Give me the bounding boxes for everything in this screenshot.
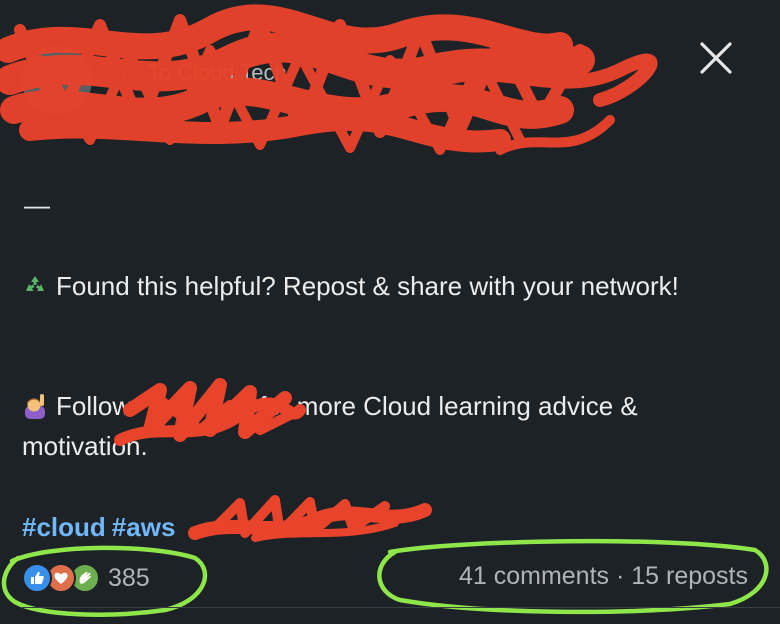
- post-paragraph-repost: Found this helpful? Repost & share with …: [22, 266, 742, 306]
- reaction-icons: [22, 563, 104, 593]
- redaction-scribble-hashtags: [188, 495, 432, 542]
- comments-count-link[interactable]: 41 comments: [459, 562, 609, 590]
- author-subtitle: … To Cloud Tech: [120, 60, 287, 85]
- like-icon: [22, 563, 52, 593]
- reposts-count-link[interactable]: 15 reposts: [631, 562, 748, 590]
- count-separator: ·: [609, 562, 632, 590]
- author-avatar[interactable]: [22, 45, 92, 115]
- divider: [22, 607, 780, 608]
- post-dash: —: [24, 190, 50, 220]
- close-icon: [700, 42, 732, 74]
- reactions-summary[interactable]: 385: [22, 560, 150, 596]
- raising-hand-icon: [25, 394, 45, 419]
- paragraph1-text: Found this helpful? Repost & share with …: [56, 271, 679, 301]
- social-counts: 41 comments · 15 reposts: [459, 562, 748, 591]
- close-button[interactable]: [690, 32, 742, 84]
- post-paragraph-follow: Follow for more Cloud learning advice & m…: [22, 386, 742, 466]
- reaction-count: 385: [108, 563, 150, 592]
- recycle-icon: [26, 276, 44, 291]
- post-header: … To Cloud Tech: [0, 0, 780, 170]
- hashtag-aws[interactable]: #aws: [112, 512, 176, 542]
- hashtag-cloud[interactable]: #cloud: [22, 512, 106, 542]
- hashtags-row: #cloud #aws: [22, 507, 181, 547]
- redaction-scribble-header: [0, 4, 658, 155]
- paragraph2-start: Follow: [56, 391, 132, 421]
